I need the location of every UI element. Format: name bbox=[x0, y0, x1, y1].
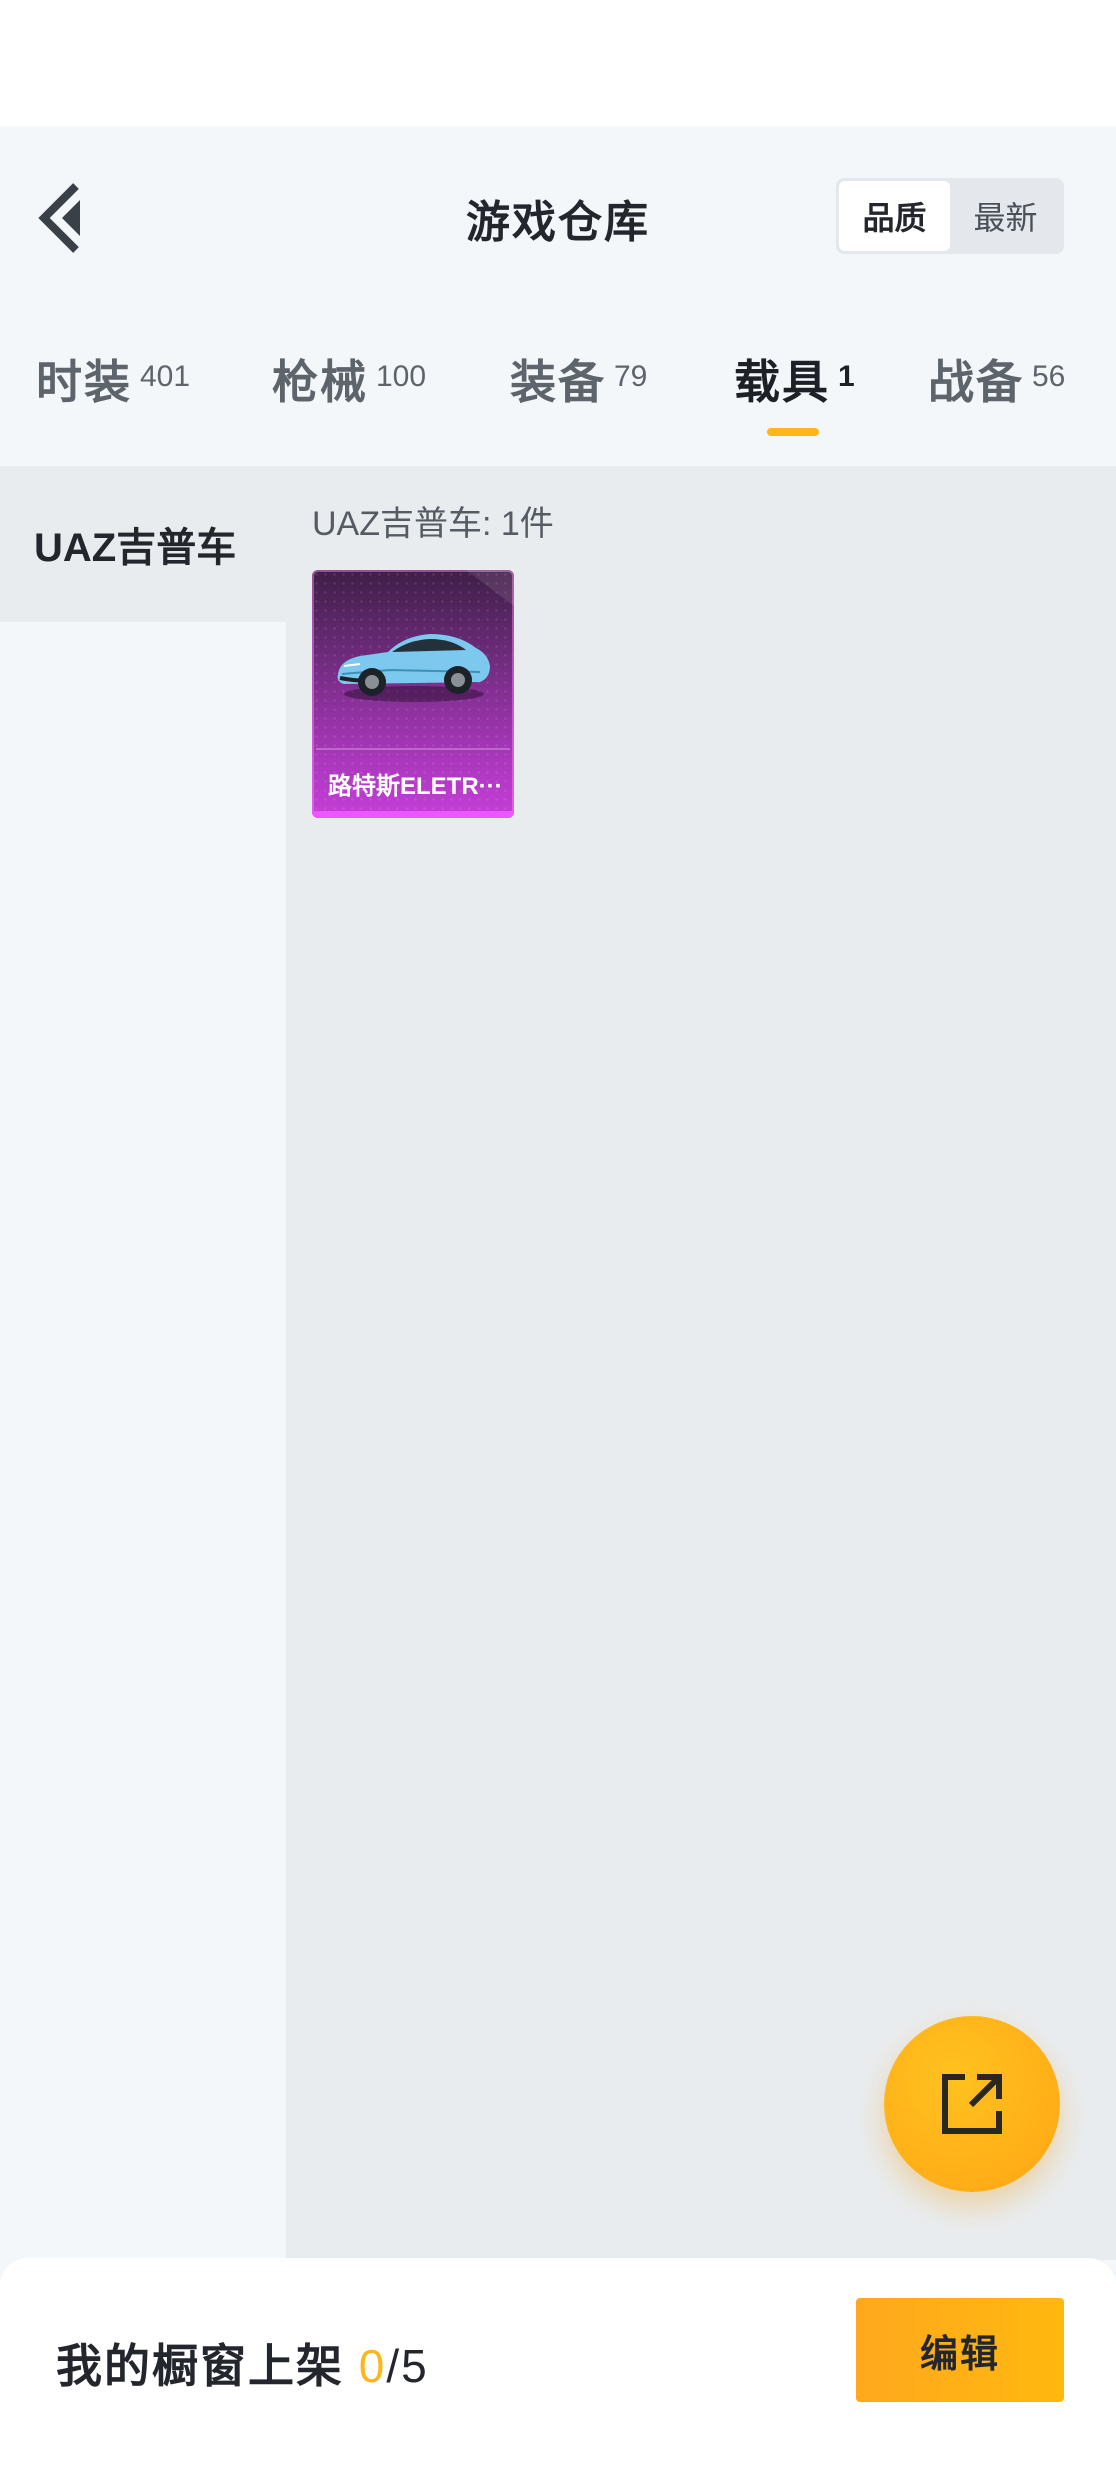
item-card[interactable]: 路特斯ELETR··· bbox=[312, 570, 514, 818]
item-name: 路特斯ELETR··· bbox=[328, 773, 503, 800]
bottom-bar: 我的橱窗上架 0/5 编辑 bbox=[0, 2258, 1116, 2484]
car-image bbox=[337, 634, 490, 702]
tab-fashion[interactable]: 时装 401 bbox=[36, 346, 190, 436]
tab-combat-supplies[interactable]: 战备 56 bbox=[928, 346, 1065, 436]
tab-guns[interactable]: 枪械 100 bbox=[272, 346, 426, 436]
tab-label: 装备 bbox=[510, 356, 606, 408]
showcase-count-current: 0 bbox=[358, 2340, 387, 2392]
sort-option-newest[interactable]: 最新 bbox=[950, 181, 1061, 251]
sidebar: UAZ吉普车 bbox=[0, 466, 286, 2260]
header: 游戏仓库 品质 最新 bbox=[0, 126, 1116, 306]
card-corner-decoration bbox=[466, 570, 514, 606]
back-arrow-icon bbox=[38, 183, 80, 253]
showcase-count-total: /5 bbox=[386, 2340, 429, 2392]
tab-count: 56 bbox=[1032, 360, 1066, 393]
tab-label: 枪械 bbox=[272, 356, 368, 408]
tab-label: 战备 bbox=[928, 356, 1024, 408]
edit-button[interactable]: 编辑 bbox=[856, 2298, 1064, 2402]
group-title: UAZ吉普车: 1件 bbox=[312, 505, 554, 543]
share-button[interactable] bbox=[884, 2016, 1060, 2192]
tab-count: 401 bbox=[140, 360, 191, 393]
share-external-icon bbox=[942, 2074, 1002, 2134]
tab-count: 79 bbox=[614, 360, 648, 393]
tab-count: 1 bbox=[838, 360, 855, 393]
tab-vehicles[interactable]: 载具 1 bbox=[734, 346, 855, 436]
card-divider bbox=[316, 748, 510, 750]
status-bar bbox=[0, 0, 1116, 126]
tab-count: 100 bbox=[376, 360, 427, 393]
showcase-label: 我的橱窗上架 0/5 bbox=[56, 2330, 429, 2396]
sort-option-quality[interactable]: 品质 bbox=[839, 181, 950, 251]
category-tabs: 时装 401 枪械 100 装备 79 载具 1 战备 56 bbox=[0, 306, 1116, 466]
tab-label: 载具 bbox=[734, 356, 830, 408]
tab-equipment[interactable]: 装备 79 bbox=[510, 346, 647, 436]
sort-toggle: 品质 最新 bbox=[836, 178, 1064, 254]
tab-label: 时装 bbox=[36, 356, 132, 408]
active-tab-indicator bbox=[767, 428, 819, 436]
item-grid-panel: UAZ吉普车: 1件 路特斯ELETR··· bbox=[286, 466, 1116, 2260]
showcase-text: 我的橱窗上架 bbox=[56, 2340, 344, 2392]
rarity-bar bbox=[312, 811, 514, 818]
sidebar-item-uaz-jeep[interactable]: UAZ吉普车 bbox=[0, 466, 286, 622]
back-button[interactable] bbox=[28, 178, 92, 258]
